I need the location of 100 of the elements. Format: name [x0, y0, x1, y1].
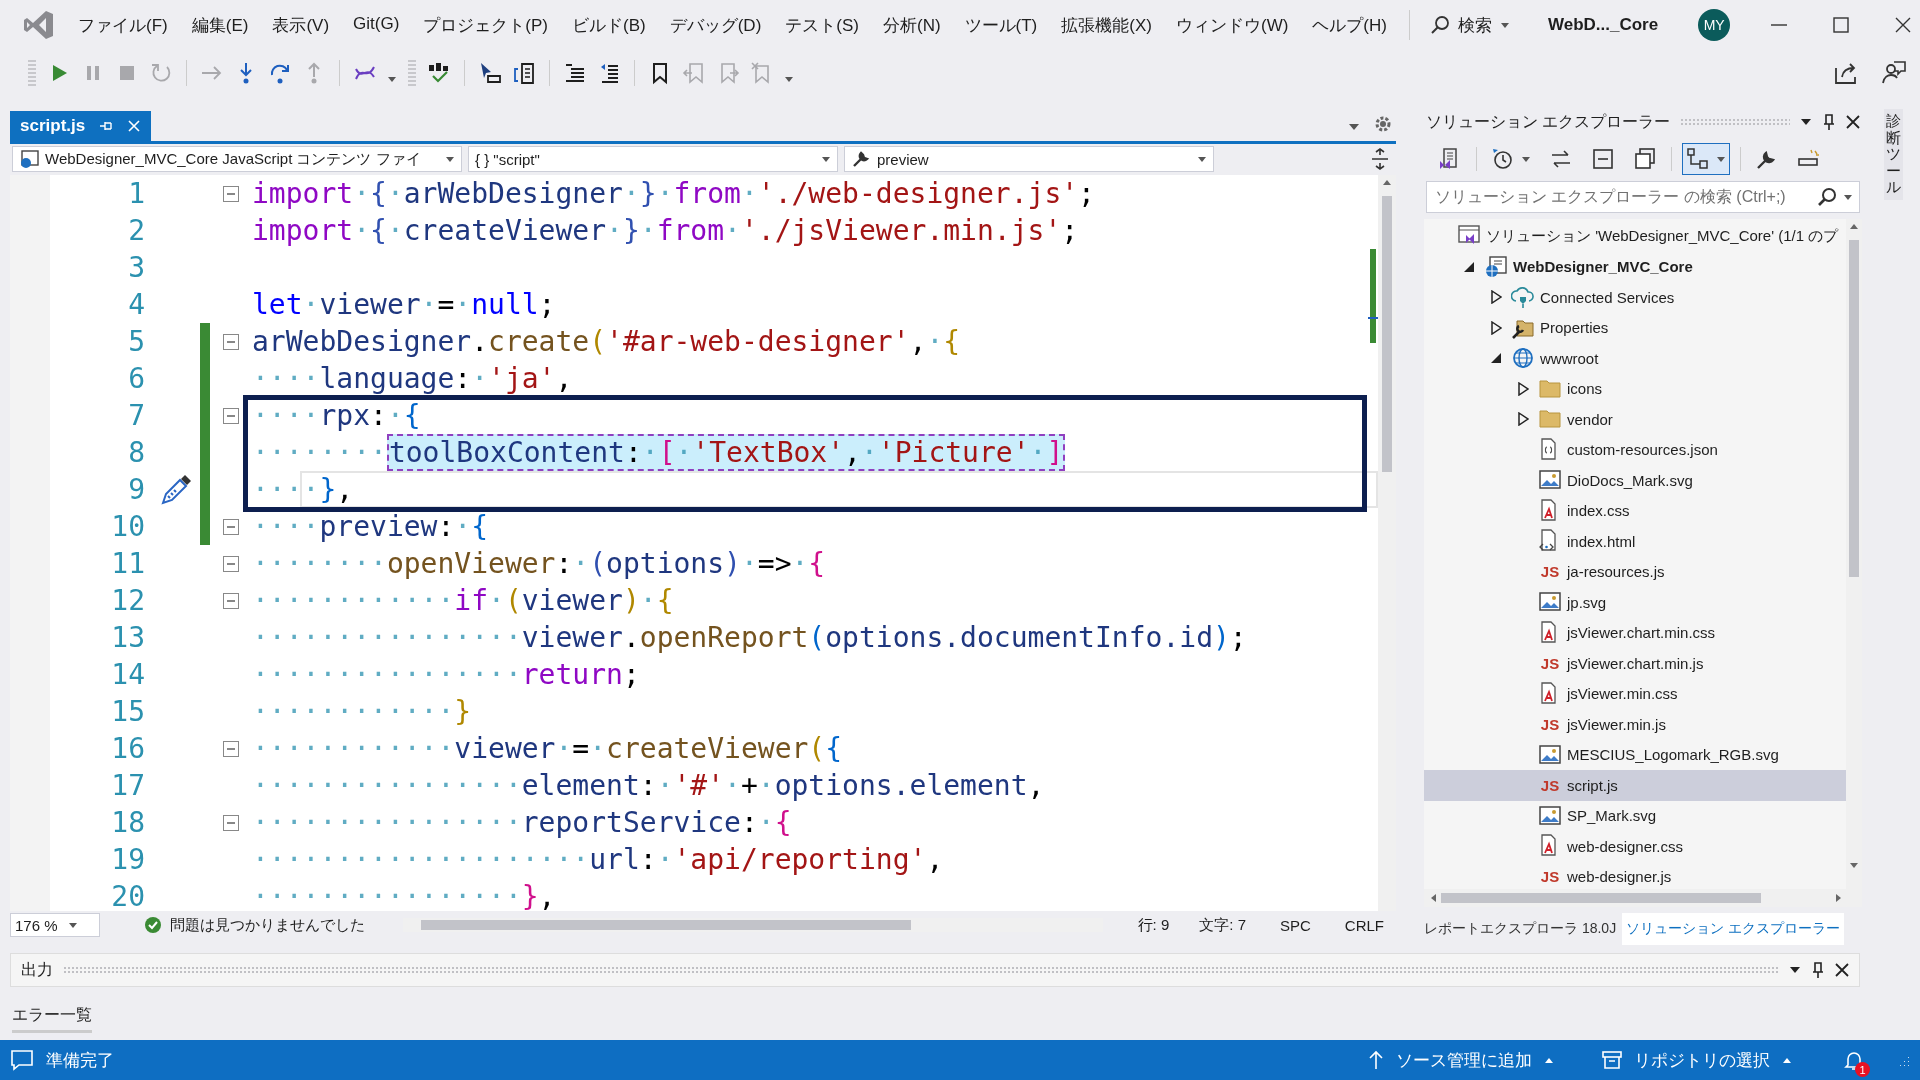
collapse-icon[interactable] [223, 592, 239, 609]
close-icon[interactable] [1894, 16, 1913, 34]
tree-item[interactable]: JS web-designer.js [1424, 861, 1846, 889]
document-icon[interactable] [512, 60, 536, 85]
tree-item[interactable]: JS jsViewer.min.js [1424, 709, 1846, 740]
caret-icon[interactable] [1789, 966, 1801, 974]
maximize-icon[interactable] [1832, 16, 1851, 34]
pin-icon[interactable] [1811, 962, 1825, 978]
tree-item[interactable]: JS jsViewer.chart.min.js [1424, 648, 1846, 679]
member-dropdown[interactable]: preview [844, 146, 1214, 172]
menu-item[interactable]: ヘルプ(H) [1300, 7, 1399, 43]
tree-item[interactable]: vendor [1424, 404, 1846, 435]
collapse-icon[interactable] [223, 518, 239, 535]
menu-item[interactable]: 編集(E) [179, 7, 261, 43]
pointer-icon[interactable] [478, 60, 502, 85]
tree-item[interactable]: JS ja-resources.js [1424, 556, 1846, 587]
scroll-right-icon[interactable] [1835, 893, 1842, 903]
tree-item[interactable]: SP_Mark.svg [1424, 800, 1846, 831]
caret-icon[interactable] [784, 76, 794, 83]
tree-arrow-icon[interactable] [1517, 381, 1529, 396]
panel-tab[interactable]: ソリューション エクスプローラー [1622, 913, 1845, 945]
tree-item[interactable]: wwwroot [1424, 343, 1846, 374]
menu-item[interactable]: 拡張機能(X) [1049, 7, 1164, 43]
screwdriver-icon[interactable] [160, 473, 192, 506]
scope-dropdown[interactable]: { } "script" [468, 146, 838, 172]
tree-item[interactable]: index.css [1424, 495, 1846, 526]
select-repository-button[interactable]: リポジトリの選択 [1596, 1047, 1798, 1073]
menu-item[interactable]: Git(G) [341, 7, 412, 43]
collapse-icon[interactable] [223, 814, 239, 831]
split-icon[interactable] [1370, 148, 1390, 170]
menu-item[interactable]: ビルド(B) [560, 7, 658, 43]
tree-item[interactable]: ソリューション 'WebDesigner_MVC_Core' (1/1 のプ [1424, 221, 1846, 252]
side-tab[interactable]: 診断ツール [1883, 109, 1903, 200]
tree-arrow-icon[interactable] [1517, 412, 1529, 427]
scroll-up-icon[interactable] [1382, 179, 1392, 186]
tree-item[interactable]: custom-resources.json [1424, 434, 1846, 465]
menu-item[interactable]: デバッグ(D) [657, 7, 774, 43]
tree-item[interactable]: index.html [1424, 526, 1846, 557]
indent-indicator[interactable]: SPC [1280, 916, 1311, 934]
tree-item[interactable]: web-designer.css [1424, 831, 1846, 862]
error-list-tab[interactable]: エラー一覧 [12, 1005, 92, 1033]
repository-icon [1602, 1050, 1622, 1070]
tree-item[interactable]: jp.svg [1424, 587, 1846, 618]
tree-item[interactable]: DioDocs_Mark.svg [1424, 465, 1846, 496]
scroll-left-icon[interactable] [1430, 893, 1437, 903]
search-icon[interactable] [1817, 187, 1837, 207]
tree-item[interactable]: icons [1424, 373, 1846, 404]
scroll-down-icon[interactable] [1849, 862, 1859, 869]
collapse-icon[interactable] [223, 185, 239, 202]
collapse-all-icon[interactable] [1591, 147, 1615, 171]
tree-item[interactable]: Connected Services [1424, 282, 1846, 313]
menu-item[interactable]: 分析(N) [870, 7, 953, 43]
caret-icon[interactable] [1521, 155, 1531, 163]
close-icon[interactable] [1846, 115, 1860, 129]
menu-item[interactable]: プロジェクト(P) [411, 7, 560, 43]
menu-item[interactable]: ウィンドウ(W) [1163, 7, 1301, 43]
spell-check-icon[interactable] [427, 60, 451, 85]
hierarchy-icon[interactable] [1686, 147, 1710, 171]
add-source-control-button[interactable]: ソース管理に追加 [1362, 1047, 1560, 1073]
line-ending-indicator[interactable]: CRLF [1344, 916, 1384, 934]
scrollbar-thumb[interactable] [1382, 196, 1392, 472]
history-icon[interactable] [1491, 147, 1515, 171]
collapse-icon[interactable] [223, 407, 239, 424]
copy-icon[interactable] [1633, 147, 1657, 171]
caret-icon[interactable] [1348, 123, 1360, 131]
project-dropdown[interactable]: WebDesigner_MVC_Core JavaScript コンテンツ ファイ [12, 146, 462, 172]
feedback-icon[interactable] [1880, 59, 1906, 86]
search-button[interactable]: 検索 [1421, 9, 1518, 41]
code-line: ················element:·'#'·+·options.element, [252, 769, 1045, 802]
tree-arrow-icon[interactable] [1490, 320, 1502, 335]
caret-icon[interactable] [1800, 118, 1812, 126]
caret-icon[interactable] [1716, 155, 1726, 163]
tree-item[interactable]: Properties [1424, 312, 1846, 343]
zoom-dropdown[interactable]: 176 % [10, 913, 100, 937]
menu-item[interactable]: テスト(S) [773, 7, 871, 43]
avatar[interactable]: MY [1698, 9, 1731, 41]
collapse-icon[interactable] [223, 740, 239, 757]
settings-icon[interactable] [1374, 115, 1392, 133]
menu-item[interactable]: 表示(V) [260, 7, 342, 43]
close-icon[interactable] [1835, 963, 1849, 977]
collapse-icon[interactable] [223, 333, 239, 350]
tree-item[interactable]: jsViewer.chart.min.css [1424, 617, 1846, 648]
panel-tab[interactable]: レポートエクスプローラ 18.0J [1420, 913, 1621, 945]
tree-item[interactable]: WebDesigner_MVC_Core [1424, 251, 1846, 282]
tree-item[interactable]: JS script.js [1424, 770, 1846, 801]
tree-arrow-icon[interactable] [1463, 260, 1475, 273]
scroll-up-icon[interactable] [1849, 223, 1859, 230]
caret-icon[interactable] [1843, 193, 1853, 201]
tree-item[interactable]: jsViewer.min.css [1424, 678, 1846, 709]
menu-item[interactable]: ツール(T) [952, 7, 1050, 43]
tree-arrow-icon[interactable] [1490, 352, 1502, 365]
tree-item[interactable]: MESCIUS_Logomark_RGB.svg [1424, 739, 1846, 770]
tree-arrow-icon[interactable] [1490, 290, 1502, 305]
pin-icon[interactable] [1822, 114, 1836, 130]
image-file-icon [1538, 742, 1562, 767]
collapse-icon[interactable] [223, 555, 239, 572]
search-field[interactable]: ソリューション エクスプローラー の検索 (Ctrl+;) [1426, 181, 1860, 213]
check-circle-icon [144, 916, 162, 934]
menu-item[interactable]: ファイル(F) [66, 7, 180, 43]
caret-icon[interactable] [387, 76, 397, 83]
